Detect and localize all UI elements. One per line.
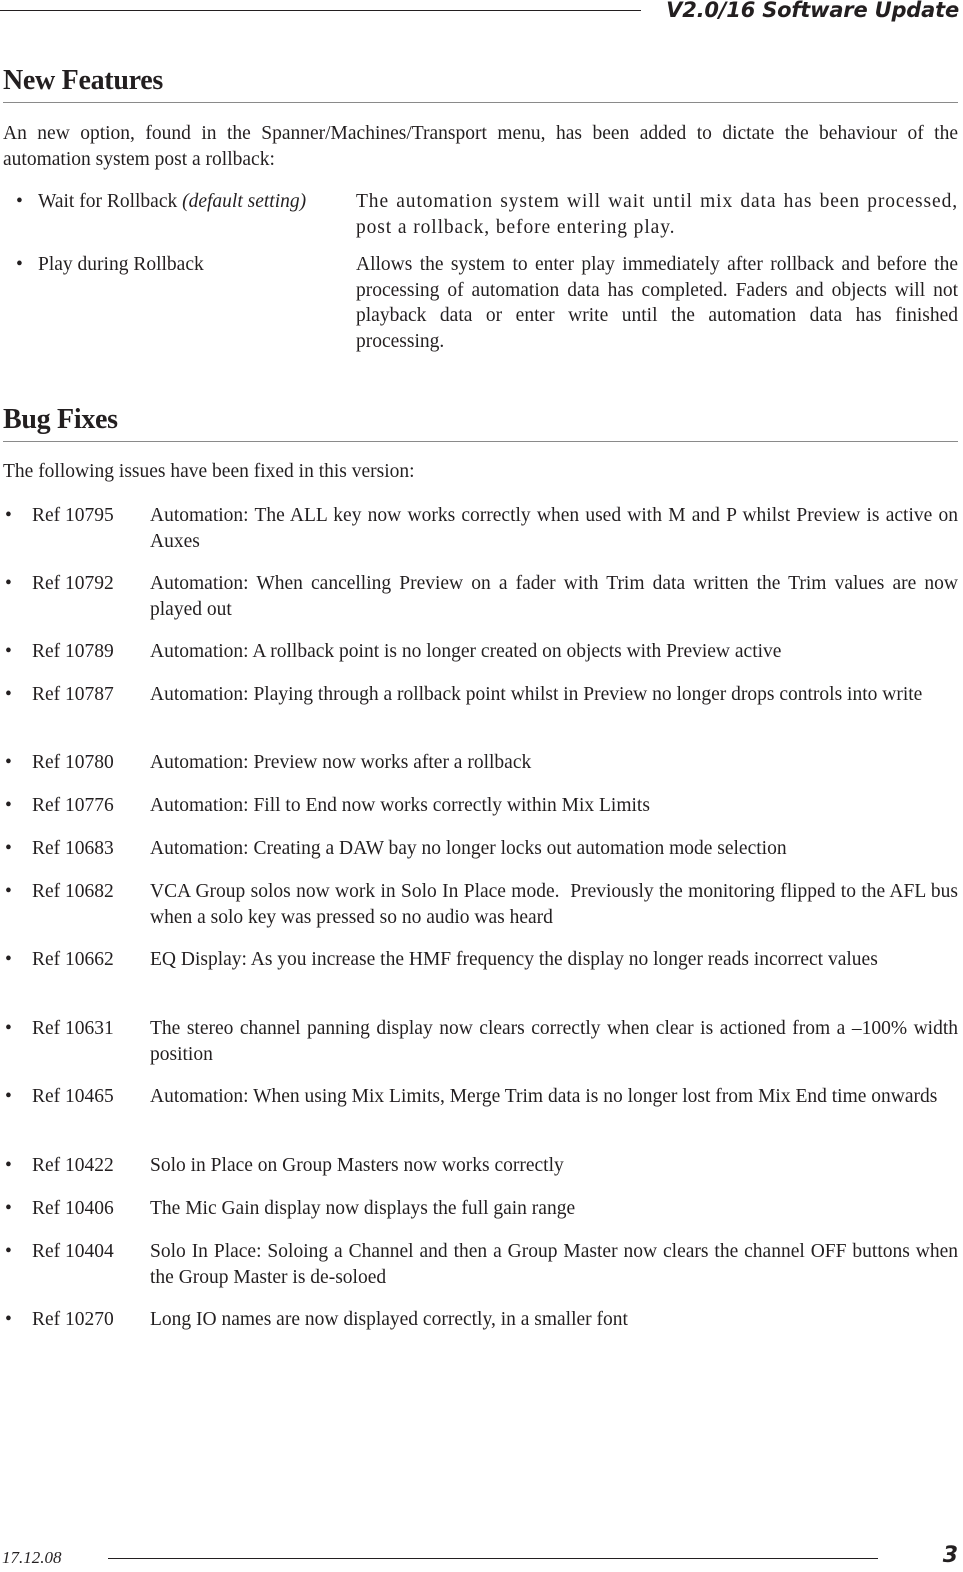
- fix-ref: Ref 10422: [32, 1155, 114, 1176]
- bullet-icon: •: [5, 1018, 12, 1039]
- document-title: V2.0/16 Software Update: [666, 0, 959, 22]
- bullet-icon: •: [5, 1198, 12, 1219]
- fix-description: VCA Group solos now work in Solo In Plac…: [150, 881, 963, 928]
- header-rule: [0, 10, 641, 11]
- fix-ref: Ref 10776: [32, 795, 114, 816]
- new-features-heading: New Features: [3, 64, 958, 103]
- bullet-icon: •: [5, 1309, 12, 1330]
- option-name: Wait for Rollback: [38, 191, 178, 212]
- bullet-icon: •: [5, 881, 12, 902]
- fix-description: Automation: When using Mix Limits, Merge…: [150, 1086, 938, 1107]
- fix-description: Automation: Fill to End now works correc…: [150, 795, 650, 816]
- footer-rule: [108, 1558, 878, 1559]
- option-description: Allows the system to enter play immediat…: [356, 254, 958, 352]
- page-number: 3: [942, 1543, 958, 1568]
- fix-description: Automation: The ALL key now works correc…: [150, 505, 958, 552]
- option-name: Play during Rollback: [38, 254, 204, 275]
- fix-ref: Ref 10795: [32, 505, 114, 526]
- fix-description: Solo In Place: Soloing a Channel and the…: [150, 1241, 958, 1288]
- fix-ref: Ref 10682: [32, 881, 114, 902]
- bullet-icon: •: [5, 795, 12, 816]
- new-features-intro: An new option, found in the Spanner/Mach…: [3, 123, 958, 170]
- fix-description: Automation: When cancelling Preview on a…: [150, 573, 958, 620]
- fix-description: Solo in Place on Group Masters now works…: [150, 1155, 564, 1176]
- option-label: Wait for Rollback (default setting): [38, 189, 306, 215]
- bullet-icon: •: [5, 684, 12, 705]
- fix-description: The Mic Gain display now displays the fu…: [150, 1198, 576, 1219]
- fix-ref: Ref 10404: [32, 1241, 114, 1262]
- bug-fixes-intro: The following issues have been fixed in …: [3, 461, 415, 482]
- footer-date: 17.12.08: [2, 1548, 62, 1567]
- fix-ref: Ref 10787: [32, 684, 114, 705]
- fix-description: Automation: Preview now works after a ro…: [150, 752, 532, 773]
- fix-ref: Ref 10683: [32, 838, 114, 859]
- fix-ref: Ref 10789: [32, 641, 114, 662]
- fix-ref: Ref 10662: [32, 949, 114, 970]
- bullet-icon: •: [5, 752, 12, 773]
- fix-ref: Ref 10406: [32, 1198, 114, 1219]
- fix-ref: Ref 10780: [32, 752, 114, 773]
- bullet-icon: •: [5, 505, 12, 526]
- bug-fixes-heading: Bug Fixes: [3, 403, 958, 442]
- fix-description: Automation: Creating a DAW bay no longer…: [150, 838, 787, 859]
- fix-ref: Ref 10631: [32, 1018, 114, 1039]
- fix-ref: Ref 10792: [32, 573, 114, 594]
- bullet-icon: •: [5, 838, 12, 859]
- fix-description: Automation: Playing through a rollback p…: [150, 684, 923, 705]
- bullet-icon: •: [5, 1086, 12, 1107]
- fix-description: Automation: A rollback point is no longe…: [150, 641, 782, 662]
- fix-ref: Ref 10270: [32, 1309, 114, 1330]
- fix-description: The stereo channel panning display now c…: [150, 1018, 958, 1065]
- bullet-icon: •: [16, 191, 23, 212]
- bullet-icon: •: [5, 949, 12, 970]
- bullet-icon: •: [5, 1155, 12, 1176]
- option-description: The automation system will wait until mi…: [356, 191, 958, 238]
- bullet-icon: •: [5, 641, 12, 662]
- fix-ref: Ref 10465: [32, 1086, 114, 1107]
- bullet-icon: •: [16, 254, 23, 275]
- option-label: Play during Rollback: [38, 252, 204, 278]
- fix-description: Long IO names are now displayed correctl…: [150, 1309, 628, 1330]
- option-note: (default setting): [182, 191, 307, 212]
- bullet-icon: •: [5, 1241, 12, 1262]
- bullet-icon: •: [5, 573, 12, 594]
- fix-description: EQ Display: As you increase the HMF freq…: [150, 949, 878, 970]
